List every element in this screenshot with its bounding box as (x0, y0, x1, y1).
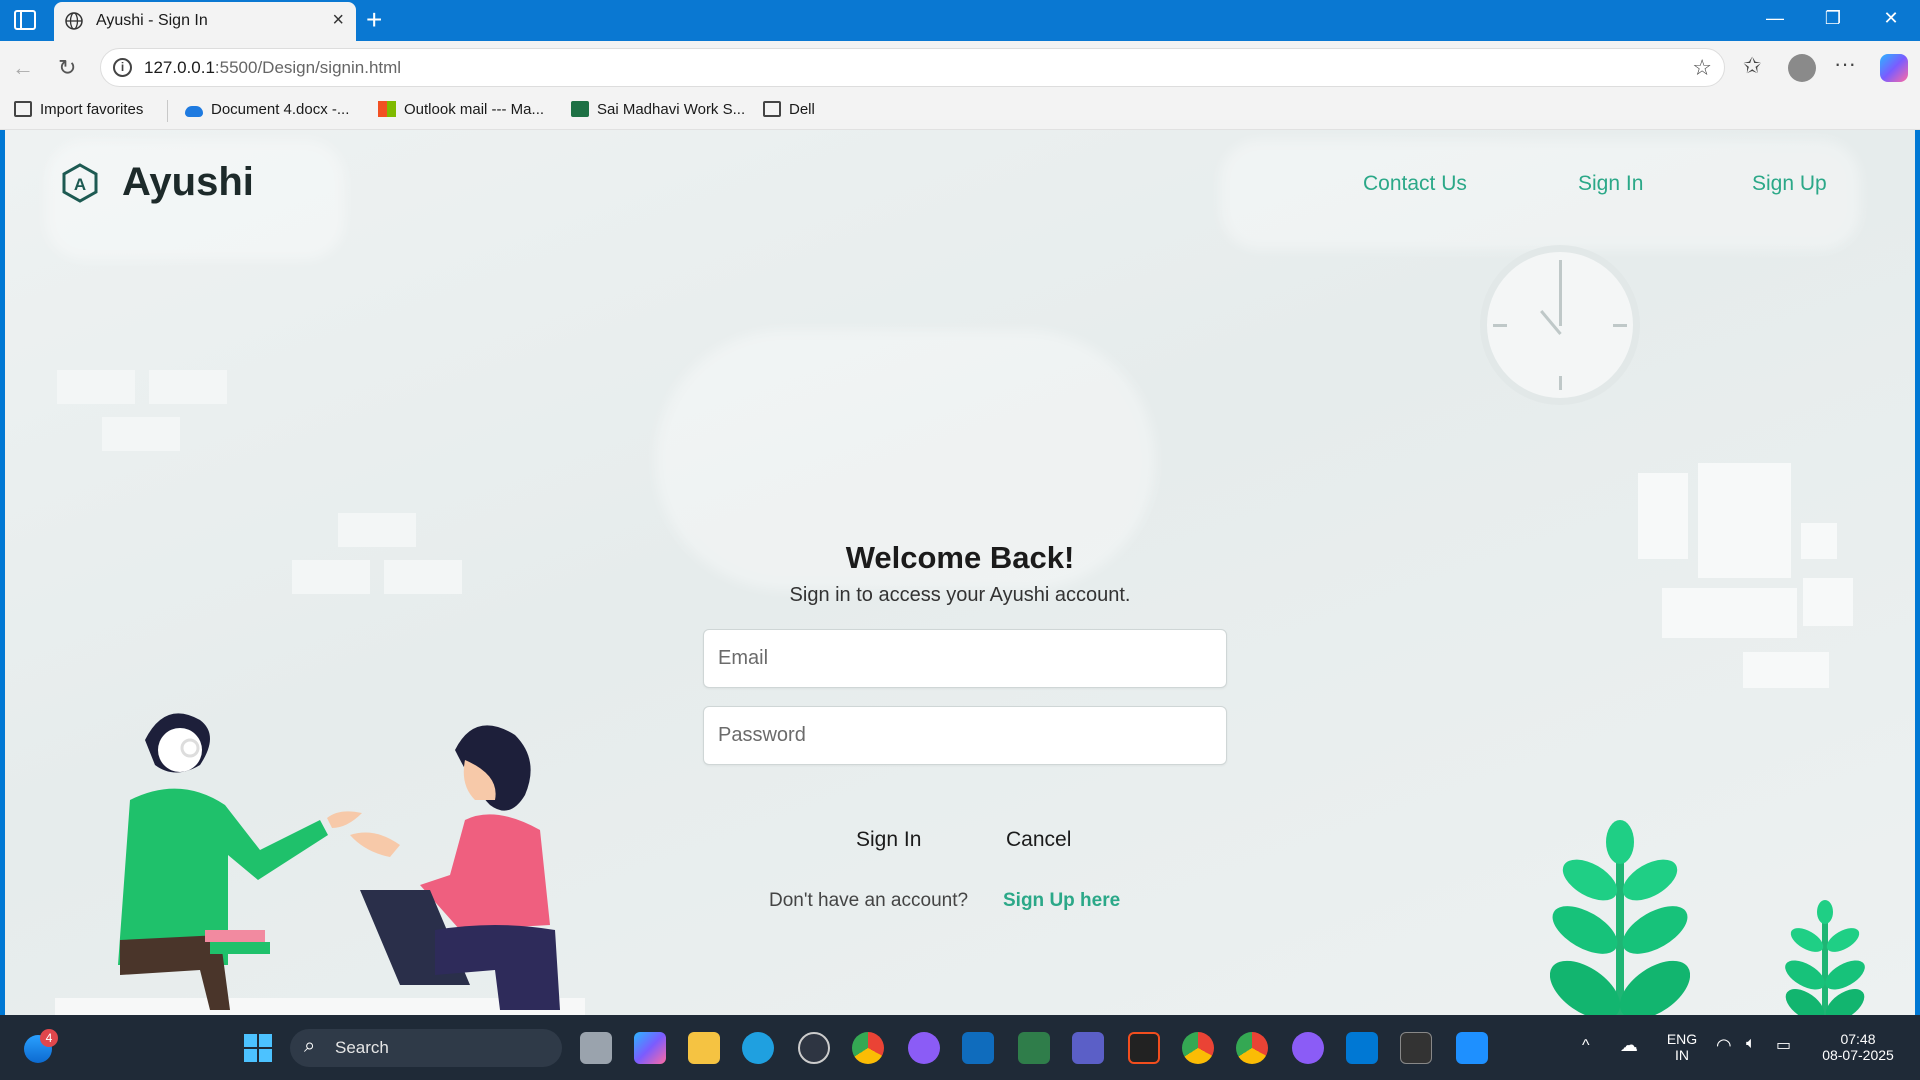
clock-tick (1493, 324, 1507, 327)
url-text[interactable]: 127.0.0.1:5500/Design/signin.html (144, 58, 401, 78)
back-icon[interactable]: ← (12, 55, 34, 81)
windows-taskbar: 4 ⌕ Search ^ ☁ ENG IN ◠ 🔈︎ ▭ 07:48 08-07-… (0, 1015, 1920, 1080)
clock-tick (1559, 376, 1562, 390)
onedrive-icon (185, 106, 203, 117)
people-conversation-illustration (118, 713, 560, 1010)
info-icon[interactable]: i (113, 58, 132, 77)
new-tab-icon[interactable]: + (366, 4, 382, 36)
photos-icon[interactable] (1456, 1032, 1488, 1064)
figma-icon[interactable] (1128, 1032, 1160, 1064)
file-explorer-icon[interactable] (688, 1032, 720, 1064)
brand-logo-icon: A (62, 163, 98, 203)
plant-small-illustration (1785, 900, 1865, 1015)
nav-sign-in[interactable]: Sign In (1578, 172, 1643, 196)
tab-actions-icon[interactable] (14, 10, 36, 30)
folder-icon (763, 101, 781, 117)
excel-icon (571, 101, 589, 117)
address-bar[interactable]: i 127.0.0.1:5500/Design/signin.html ☆ (100, 48, 1725, 87)
browser-tab[interactable]: Ayushi - Sign In × (54, 2, 356, 41)
onedrive-tray-icon[interactable]: ☁ (1620, 1035, 1638, 1056)
copilot-icon[interactable] (1880, 54, 1908, 82)
brand-name: Ayushi (122, 160, 254, 204)
page-viewport: A Ayushi Contact Us Sign In Sign Up Welc… (5, 130, 1915, 1015)
teams-icon[interactable] (1072, 1032, 1104, 1064)
sign-in-button[interactable]: Sign In (850, 827, 927, 853)
browser-toolbar: ← ↻ i 127.0.0.1:5500/Design/signin.html … (0, 41, 1920, 94)
wifi-icon[interactable]: ◠ (1716, 1035, 1732, 1056)
clock-tick (1613, 324, 1627, 327)
more-options-icon[interactable]: ··· (1834, 51, 1856, 77)
app-icon[interactable] (1018, 1032, 1050, 1064)
show-hidden-icons[interactable]: ^ (1582, 1037, 1590, 1055)
taskbar-search[interactable]: ⌕ Search (290, 1029, 562, 1067)
tab-title: Ayushi - Sign In (96, 12, 208, 29)
nav-sign-up[interactable]: Sign Up (1752, 172, 1827, 196)
restore-icon[interactable]: ❐ (1818, 8, 1848, 29)
volume-icon[interactable]: 🔈︎ (1746, 1035, 1756, 1053)
battery-icon[interactable]: ▭ (1776, 1035, 1791, 1055)
no-account-text: Don't have an account? (769, 890, 969, 911)
github-icon[interactable] (908, 1032, 940, 1064)
globe-icon (65, 12, 83, 30)
browser-titlebar: Ayushi - Sign In × + — ❐ ✕ (0, 0, 1920, 41)
plant-large-illustration (1550, 820, 1690, 1015)
edge-icon[interactable] (742, 1032, 774, 1064)
clock-date[interactable]: 07:48 08-07-2025 (1812, 1031, 1904, 1063)
github-desktop-icon[interactable] (1292, 1032, 1324, 1064)
nav-contact-us[interactable]: Contact Us (1363, 172, 1467, 196)
bookmark-divider (167, 100, 168, 122)
import-icon (14, 101, 32, 117)
language-indicator[interactable]: ENG IN (1664, 1031, 1700, 1063)
search-label: Search (335, 1038, 389, 1057)
cancel-button[interactable]: Cancel (1000, 827, 1077, 853)
clock-minute-hand (1559, 272, 1562, 326)
copilot-taskbar-icon[interactable] (634, 1032, 666, 1064)
bookmarks-bar: Import favorites Document 4.docx -... Ou… (0, 94, 1920, 130)
bookmark-document[interactable]: Document 4.docx -... (185, 101, 349, 118)
bookmark-outlook[interactable]: Outlook mail --- Ma... (378, 101, 544, 118)
bookmark-dell-folder[interactable]: Dell (763, 101, 815, 118)
email-field[interactable] (703, 629, 1227, 688)
date-text: 08-07-2025 (1822, 1047, 1894, 1063)
sign-up-here-link[interactable]: Sign Up here (1003, 890, 1120, 912)
terminal-icon[interactable] (1400, 1032, 1432, 1064)
password-field[interactable] (703, 706, 1227, 765)
chrome-icon[interactable] (852, 1032, 884, 1064)
microsoft-icon (378, 101, 396, 117)
chrome-profile-icon[interactable] (1182, 1032, 1214, 1064)
task-view-icon[interactable] (580, 1032, 612, 1064)
form-title: Welcome Back! (845, 540, 1075, 575)
profile-avatar[interactable] (1788, 54, 1816, 82)
outlook-icon[interactable] (962, 1032, 994, 1064)
close-window-icon[interactable]: ✕ (1876, 8, 1906, 29)
time-text: 07:48 (1840, 1031, 1876, 1047)
clock-illustration (1480, 245, 1640, 405)
chrome-profile-2-icon[interactable] (1236, 1032, 1268, 1064)
minimize-icon[interactable]: — (1760, 8, 1790, 29)
dell-icon[interactable] (798, 1032, 830, 1064)
bookmark-work-sheet[interactable]: Sai Madhavi Work S... (571, 101, 745, 118)
reload-icon[interactable]: ↻ (58, 55, 76, 81)
notification-badge: 4 (40, 1029, 58, 1047)
favorites-icon[interactable]: ✩ (1743, 53, 1761, 79)
form-subtitle: Sign in to access your Ayushi account. (789, 584, 1131, 606)
favorite-star-icon[interactable]: ☆ (1692, 55, 1712, 81)
search-icon: ⌕ (304, 1035, 316, 1057)
vscode-icon[interactable] (1346, 1032, 1378, 1064)
svg-text:A: A (74, 175, 86, 194)
close-tab-icon[interactable]: × (332, 9, 344, 32)
windows-start-icon[interactable] (242, 1032, 274, 1064)
bookmark-import-favorites[interactable]: Import favorites (14, 101, 143, 118)
